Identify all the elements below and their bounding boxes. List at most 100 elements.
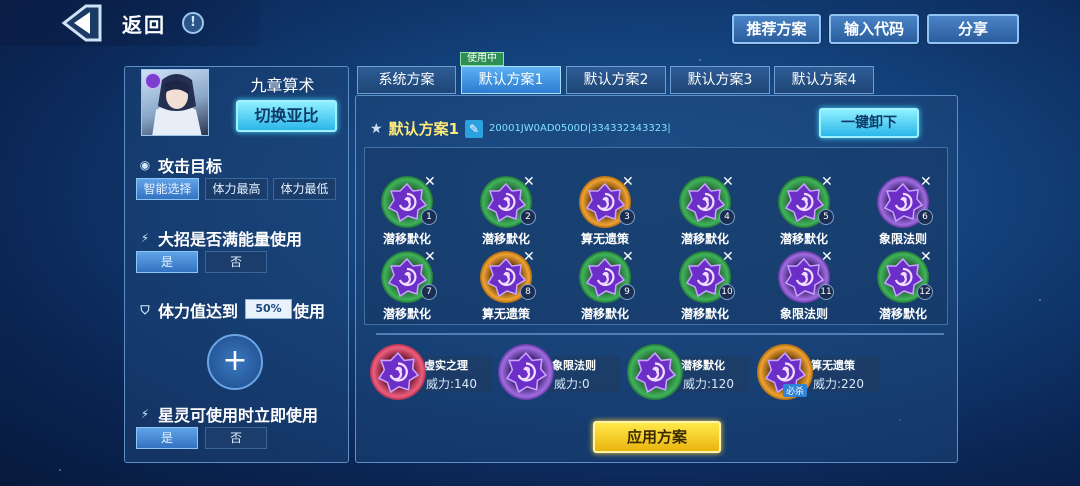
hp-threshold-title: ⛉ 体力值达到 xyxy=(138,298,238,322)
skill-name: 象限法则 xyxy=(552,359,596,372)
rune-number: 2 xyxy=(520,209,536,225)
skill-icon xyxy=(370,344,426,400)
remove-icon[interactable]: ✕ xyxy=(920,174,932,190)
edit-icon[interactable]: ✎ xyxy=(465,119,483,138)
back-button[interactable] xyxy=(60,4,106,42)
attack-target-title: ◉ 攻击目标 xyxy=(138,153,222,177)
star-spirit-no-option[interactable]: 否 xyxy=(205,427,267,449)
skill-name: 算无遗策 xyxy=(811,359,855,372)
remove-icon[interactable]: ✕ xyxy=(722,249,734,265)
tab-system-plan[interactable]: 系统方案 xyxy=(357,66,456,94)
remove-icon[interactable]: ✕ xyxy=(821,249,833,265)
rune-slot[interactable]: ✕ 4 潜移默化 xyxy=(679,174,735,246)
plan-title: 默认方案1 xyxy=(388,120,459,138)
skill-icon xyxy=(498,344,554,400)
hp-suffix-label: 使用 xyxy=(293,302,326,321)
ultimate-no-option[interactable]: 否 xyxy=(205,251,267,273)
ultimate-yes-option[interactable]: 是 xyxy=(136,251,198,273)
character-portrait[interactable] xyxy=(141,69,209,136)
skill-power: 威力:0 xyxy=(554,377,590,391)
rune-slot[interactable]: ✕ 11 象限法则 xyxy=(778,249,834,321)
remove-icon[interactable]: ✕ xyxy=(523,174,535,190)
back-arrow-icon xyxy=(61,4,102,42)
option-smart-select[interactable]: 智能选择 xyxy=(136,178,199,200)
tab-default-plan-1[interactable]: 默认方案1 xyxy=(461,66,561,94)
rune-slot[interactable]: ✕ 2 潜移默化 xyxy=(480,174,536,246)
ultimate-label: 大招是否满能量使用 xyxy=(158,230,303,249)
tab-default-plan-3[interactable]: 默认方案3 xyxy=(670,66,770,94)
rune-name: 象限法则 xyxy=(779,307,828,321)
rune-slot[interactable]: ✕ 9 潜移默化 xyxy=(579,249,635,321)
rune-grid xyxy=(364,147,948,325)
rune-slot[interactable]: ✕ 5 潜移默化 xyxy=(778,174,834,246)
rune-name: 象限法则 xyxy=(878,232,927,246)
rune-number: 4 xyxy=(719,209,735,225)
rune-slot[interactable]: ✕ 1 潜移默化 xyxy=(381,174,437,246)
equipped-skill[interactable]: 潜移默化威力:120 xyxy=(627,344,755,400)
input-code-button[interactable]: 输入代码 xyxy=(829,14,919,44)
info-icon[interactable]: ! xyxy=(182,12,204,34)
rune-number: 1 xyxy=(421,209,437,225)
in-use-badge: 使用中 xyxy=(460,52,504,66)
rune-slot[interactable]: ✕ 12 潜移默化 xyxy=(877,249,933,321)
remove-icon[interactable]: ✕ xyxy=(424,249,436,265)
remove-icon[interactable]: ✕ xyxy=(920,249,932,265)
recommend-plan-button[interactable]: 推荐方案 xyxy=(732,14,821,44)
remove-icon[interactable]: ✕ xyxy=(622,174,634,190)
target-icon: ◉ xyxy=(139,158,151,172)
rune-slot[interactable]: ✕ 3 算无遗策 xyxy=(579,174,635,246)
rune-number: 5 xyxy=(818,209,834,225)
skill-power: 威力:120 xyxy=(683,377,734,391)
rune-name: 算无遗策 xyxy=(580,232,629,246)
equipped-skill[interactable]: 虚实之理 威力:140 xyxy=(370,344,498,400)
rune-slot[interactable]: ✕ 6 象限法则 xyxy=(877,174,933,246)
rune-number: 8 xyxy=(520,284,536,300)
star-icon: ★ xyxy=(370,120,383,137)
divider xyxy=(376,333,944,335)
star-spirit-label: 星灵可使用时立即使用 xyxy=(158,406,319,425)
rune-name: 潜移默化 xyxy=(580,307,629,321)
ultimate-title: ⚡ 大招是否满能量使用 xyxy=(138,226,302,250)
star-spirit-yes-option[interactable]: 是 xyxy=(136,427,198,449)
option-hp-lowest[interactable]: 体力最低 xyxy=(273,178,336,200)
shield-icon: ⛉ xyxy=(140,303,150,317)
remove-icon[interactable]: ✕ xyxy=(622,249,634,265)
option-hp-highest[interactable]: 体力最高 xyxy=(205,178,268,200)
attack-target-label: 攻击目标 xyxy=(158,157,223,176)
switch-character-button[interactable]: 切换亚比 xyxy=(236,100,337,132)
rune-slot[interactable]: ✕ 10 潜移默化 xyxy=(679,249,735,321)
rune-slot[interactable]: ✕ 7 潜移默化 xyxy=(381,249,437,321)
tab-default-plan-4[interactable]: 默认方案4 xyxy=(774,66,874,94)
remove-icon[interactable]: ✕ xyxy=(424,174,436,190)
unload-all-button[interactable]: 一键卸下 xyxy=(819,108,919,138)
rune-number: 12 xyxy=(917,284,933,300)
lightning-icon: ⚡ xyxy=(140,231,150,245)
rune-name: 算无遗策 xyxy=(481,307,530,321)
remove-icon[interactable]: ✕ xyxy=(523,249,535,265)
lightning-icon: ⚡ xyxy=(140,407,150,421)
rune-name: 潜移默化 xyxy=(878,307,927,321)
equipped-skill[interactable]: 象限法则威力:0 xyxy=(498,344,626,400)
rune-name: 潜移默化 xyxy=(680,232,729,246)
equipped-skill[interactable]: 算无遗策 威力:220 必杀 xyxy=(757,344,885,400)
back-label[interactable]: 返回 xyxy=(122,9,166,38)
hp-percent-input[interactable]: 50% xyxy=(245,299,292,319)
rune-name: 潜移默化 xyxy=(680,307,729,321)
apply-plan-button[interactable]: 应用方案 xyxy=(593,421,721,453)
remove-icon[interactable]: ✕ xyxy=(722,174,734,190)
rune-name: 潜移默化 xyxy=(481,232,530,246)
rune-name: 潜移默化 xyxy=(382,232,431,246)
plus-icon: + xyxy=(222,343,248,378)
skill-name: 潜移默化 xyxy=(681,359,725,372)
tab-default-plan-2[interactable]: 默认方案2 xyxy=(566,66,666,94)
share-button[interactable]: 分享 xyxy=(927,14,1019,44)
remove-icon[interactable]: ✕ xyxy=(821,174,833,190)
add-star-spirit-button[interactable]: + xyxy=(207,334,263,390)
rune-name: 潜移默化 xyxy=(382,307,431,321)
skill-name: 虚实之理 xyxy=(424,359,468,372)
character-name: 九章算术 xyxy=(250,76,315,95)
rune-slot[interactable]: ✕ 8 算无遗策 xyxy=(480,249,536,321)
skill-icon xyxy=(627,344,683,400)
rune-number: 9 xyxy=(619,284,635,300)
star-spirit-title: ⚡ 星灵可使用时立即使用 xyxy=(138,402,318,426)
